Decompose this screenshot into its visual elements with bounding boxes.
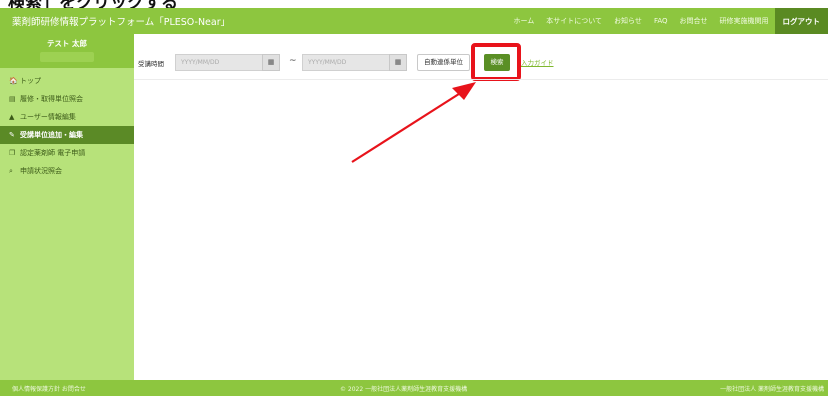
copyright: © 2022 一般社団法人薬剤師生涯教育支援機構 [340,386,468,393]
nav-news[interactable]: お知らせ [608,16,648,26]
user-panel: テスト 太郎 [0,34,134,68]
logout-button[interactable]: ログアウト [774,8,828,34]
end-date-input[interactable]: YYYY/MM/DD [302,54,390,71]
user-name: テスト 太郎 [46,39,88,48]
end-calendar-button[interactable]: ▦ [389,54,407,71]
instruction-caption: 検索」をクリックする [8,0,178,13]
sidebar-item-application-status[interactable]: ⌕ 申請状況照会 [0,162,134,180]
sidebar-item-label: 認定薬剤師 電子申請 [20,149,86,157]
calendar-icon: ▦ [394,58,402,66]
user-icon: ▲ [9,113,15,121]
divider [134,79,828,80]
sidebar-item-history[interactable]: ▤ 履修・取得単位照会 [0,90,134,108]
sidebar-item-label: ユーザー情報編集 [20,113,76,121]
copy-icon: ❐ [9,149,16,157]
sidebar: テスト 太郎 🏠 トップ ▤ 履修・取得単位照会 ▲ ユーザー情報編集 ✎ 受講… [0,34,134,380]
auto-linked-credits-button[interactable]: 自動連係単位 [417,54,470,71]
calendar-icon: ▦ [267,58,275,66]
top-nav: ホーム 本サイトについて お知らせ FAQ お問合せ 研修実施機関用 ログアウト [507,8,828,34]
nav-faq[interactable]: FAQ [648,17,674,25]
home-icon: 🏠 [9,77,18,85]
footer-links[interactable]: 個人情報保護方針 お問合せ [12,384,86,393]
filter-row: 受講時間 YYYY/MM/DD ▦ ~ YYYY/MM/DD ▦ 自動連係単位 … [134,43,828,81]
id-card-icon: ▤ [9,95,16,103]
footer-org: 一般社団法人 薬剤師生涯教育支援機構 [720,386,824,393]
site-brand[interactable]: 薬剤師研修情報プラットフォーム「PLESO-Near」 [0,14,230,28]
top-navbar: 薬剤師研修情報プラットフォーム「PLESO-Near」 ホーム 本サイトについて… [0,8,828,34]
user-info-placeholder [40,52,94,62]
search-icon: ⌕ [9,166,13,175]
attendance-time-label: 受講時間 [138,60,164,68]
sidebar-item-label: 受講単位追加・編集 [20,131,83,139]
main-content: 受講時間 YYYY/MM/DD ▦ ~ YYYY/MM/DD ▦ 自動連係単位 … [134,34,828,380]
nav-about[interactable]: 本サイトについて [540,16,608,26]
date-range-separator: ~ [289,56,297,66]
sidebar-item-credit-edit[interactable]: ✎ 受講単位追加・編集 [0,126,134,144]
highlight-box [471,43,521,81]
sidebar-item-user-edit[interactable]: ▲ ユーザー情報編集 [0,108,134,126]
sidebar-item-top[interactable]: 🏠 トップ [0,72,134,90]
sidebar-item-label: トップ [20,77,41,85]
start-date-input[interactable]: YYYY/MM/DD [175,54,263,71]
edit-icon: ✎ [9,131,15,139]
nav-provider[interactable]: 研修実施機関用 [714,16,775,26]
sidebar-item-label: 履修・取得単位照会 [20,95,83,103]
nav-home[interactable]: ホーム [507,16,540,26]
nav-contact[interactable]: お問合せ [674,16,714,26]
input-guide-link[interactable]: 入力ガイド [521,57,554,67]
sidebar-item-e-application[interactable]: ❐ 認定薬剤師 電子申請 [0,144,134,162]
sidebar-item-label: 申請状況照会 [20,167,62,175]
footer: 個人情報保護方針 お問合せ © 2022 一般社団法人薬剤師生涯教育支援機構 一… [0,380,828,396]
start-calendar-button[interactable]: ▦ [262,54,280,71]
sidebar-menu: 🏠 トップ ▤ 履修・取得単位照会 ▲ ユーザー情報編集 ✎ 受講単位追加・編集… [0,72,134,180]
